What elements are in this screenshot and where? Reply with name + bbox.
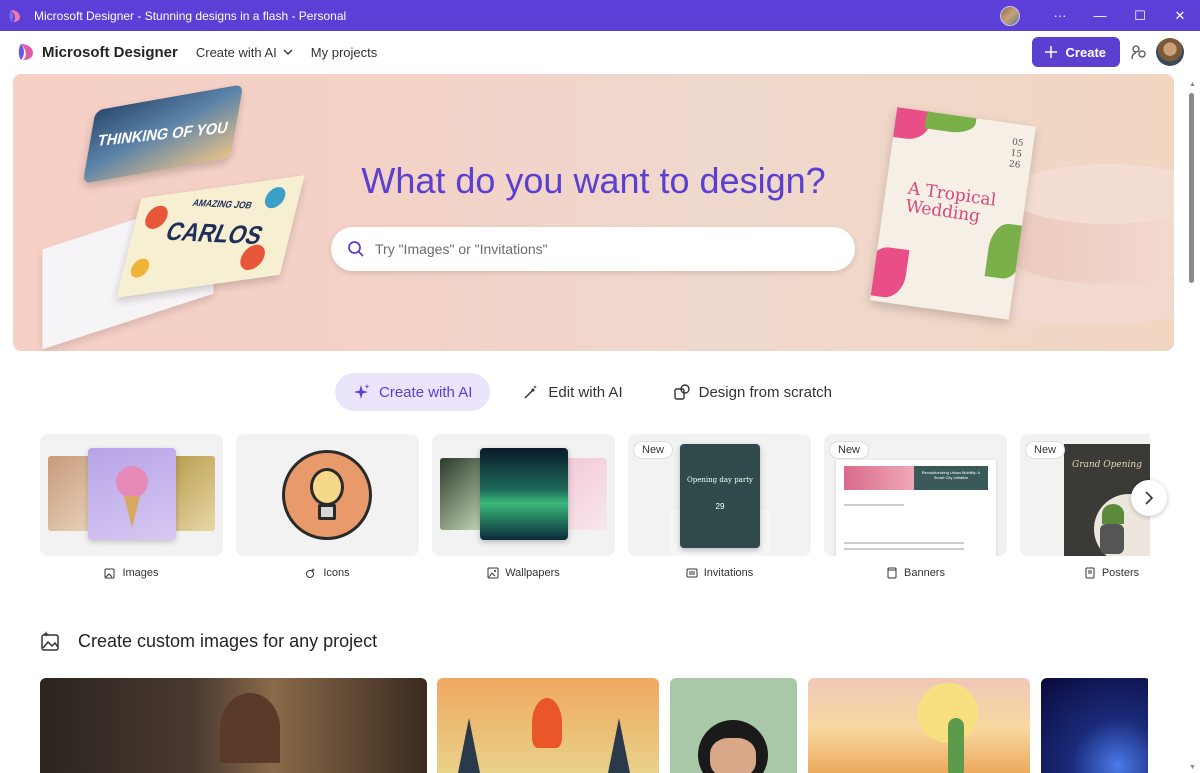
- new-badge: New: [633, 441, 674, 459]
- title-bar: Microsoft Designer - Stunning designs in…: [0, 0, 1200, 31]
- new-badge: New: [829, 441, 870, 459]
- invitation-icon: [686, 568, 698, 578]
- create-button-label: Create: [1065, 44, 1106, 60]
- image-sparkle-icon: [41, 631, 59, 651]
- app-header: Microsoft Designer Create with AI My pro…: [0, 31, 1200, 73]
- category-label-posters: Posters: [1020, 567, 1150, 579]
- maximize-button[interactable]: ☐: [1120, 0, 1160, 31]
- custom-images-section-header: Create custom images for any project: [40, 630, 377, 652]
- invite-date: 05 15 26: [1008, 137, 1025, 171]
- mode-tabs: Create with AI Edit with AI Design from …: [0, 372, 1185, 412]
- app-logo-icon: [9, 9, 20, 22]
- banner-preview-title: Revolutionizing Urban Mobility: A Smart …: [921, 470, 981, 480]
- poster-preview-title: Grand Opening: [1072, 460, 1142, 470]
- brand-name[interactable]: Microsoft Designer: [42, 44, 178, 61]
- category-card-banners[interactable]: New Revolutionizing Urban Mobility: A Sm…: [824, 434, 1007, 584]
- invite-title: A Tropical Wedding: [904, 178, 998, 227]
- category-label-banners: Banners: [824, 567, 1007, 579]
- hero-banner: THINKING OF YOU AMAZING JOB CARLOS What …: [13, 74, 1174, 351]
- images-thumbnail: [40, 434, 223, 556]
- minimize-button[interactable]: —: [1080, 0, 1120, 31]
- vertical-scrollbar[interactable]: ▲ ▼: [1184, 73, 1200, 773]
- window-title: Microsoft Designer - Stunning designs in…: [34, 8, 347, 23]
- chevron-right-icon: [1145, 491, 1154, 505]
- tab-edit-with-ai-label: Edit with AI: [548, 383, 623, 401]
- chevron-down-icon: [283, 49, 293, 55]
- banner-icon: [887, 567, 897, 579]
- designer-logo-icon[interactable]: [16, 42, 36, 62]
- scroll-up-arrow-icon[interactable]: ▲: [1189, 81, 1196, 88]
- image-sparkle-icon: [104, 568, 115, 579]
- search-input[interactable]: Try "Images" or "Invitations": [375, 241, 548, 257]
- scroll-down-arrow-icon[interactable]: ▼: [1189, 764, 1196, 771]
- category-label-invitations: Invitations: [628, 567, 811, 579]
- shapes-icon: [673, 384, 690, 400]
- more-options-button[interactable]: ···: [1040, 0, 1080, 31]
- scroll-thumb[interactable]: [1189, 93, 1194, 283]
- create-button[interactable]: Create: [1031, 37, 1120, 67]
- gallery-image-night-scene[interactable]: [1041, 678, 1148, 773]
- invitation-preview-date: 29: [715, 502, 725, 511]
- category-invitations-text: Invitations: [703, 567, 754, 579]
- category-banners-text: Banners: [904, 567, 945, 579]
- category-card-posters[interactable]: New Grand Opening Posters: [1020, 434, 1150, 584]
- sparkle-icon: [354, 384, 370, 399]
- nav-create-with-ai[interactable]: Create with AI: [196, 45, 293, 60]
- card1-text: THINKING OF YOU: [95, 118, 231, 150]
- invitation-preview-title: Opening day party: [687, 476, 753, 484]
- wand-icon: [524, 385, 538, 399]
- invitations-thumbnail: New Opening day party 29: [628, 434, 811, 556]
- close-button[interactable]: ✕: [1160, 0, 1200, 31]
- category-card-invitations[interactable]: New Opening day party 29 Invitations: [628, 434, 811, 584]
- category-card-icons[interactable]: Icons: [236, 434, 419, 584]
- nav-my-projects[interactable]: My projects: [311, 45, 377, 60]
- gallery-image-fire-sculpture[interactable]: [437, 678, 659, 773]
- carousel-next-button[interactable]: [1131, 480, 1167, 516]
- category-card-wallpapers[interactable]: Wallpapers: [432, 434, 615, 584]
- category-card-images[interactable]: Images: [40, 434, 223, 584]
- wallpapers-thumbnail: [432, 434, 615, 556]
- tab-design-from-scratch-label: Design from scratch: [698, 383, 832, 401]
- gallery-image-woman-reading[interactable]: [40, 678, 427, 773]
- category-posters-text: Posters: [1101, 567, 1140, 579]
- category-images-text: Images: [122, 567, 159, 579]
- icons-thumbnail: [236, 434, 419, 556]
- wedding-invite-card: 05 15 26 A Tropical Wedding: [870, 107, 1036, 320]
- category-wallpapers-text: Wallpapers: [505, 567, 560, 579]
- gallery-image-portrait[interactable]: [670, 678, 797, 773]
- image-gallery: [40, 678, 1148, 773]
- profile-avatar[interactable]: [1000, 5, 1020, 26]
- hero-search-box[interactable]: Try "Images" or "Invitations": [331, 227, 855, 271]
- poster-icon: [1085, 567, 1095, 579]
- card2-big-text: CARLOS: [161, 217, 268, 251]
- category-icons-text: Icons: [323, 567, 350, 579]
- icon-shape-icon: [306, 568, 316, 578]
- share-people-icon[interactable]: [1130, 43, 1148, 61]
- section-title: Create custom images for any project: [78, 630, 378, 651]
- search-icon: [348, 241, 364, 257]
- account-avatar[interactable]: [1156, 38, 1184, 66]
- category-label-images: Images: [40, 567, 223, 579]
- tab-design-from-scratch[interactable]: Design from scratch: [655, 373, 850, 411]
- nav-create-with-ai-label: Create with AI: [195, 44, 277, 60]
- banners-thumbnail: New Revolutionizing Urban Mobility: A Sm…: [824, 434, 1007, 556]
- tab-create-with-ai[interactable]: Create with AI: [335, 373, 491, 411]
- category-label-wallpapers: Wallpapers: [432, 567, 615, 579]
- plus-icon: [1044, 46, 1057, 58]
- tab-create-with-ai-label: Create with AI: [379, 383, 473, 401]
- tab-edit-with-ai[interactable]: Edit with AI: [504, 373, 640, 411]
- category-label-icons: Icons: [236, 567, 419, 579]
- nav-my-projects-label: My projects: [310, 44, 378, 60]
- new-badge: New: [1025, 441, 1066, 459]
- wallpaper-icon: [487, 567, 499, 579]
- category-carousel: Images Icons Wallpapers New Opening day …: [40, 434, 1150, 584]
- gallery-image-desert-cactus[interactable]: [808, 678, 1030, 773]
